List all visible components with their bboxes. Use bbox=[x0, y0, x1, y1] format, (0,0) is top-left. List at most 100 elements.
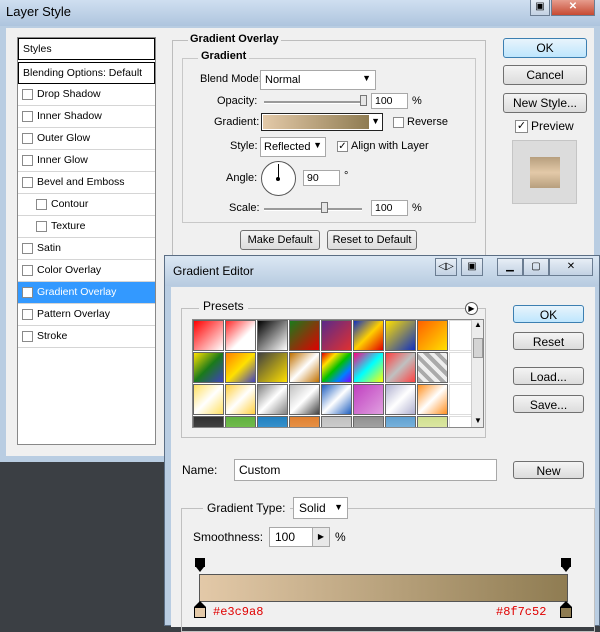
preset-swatch[interactable] bbox=[417, 416, 448, 427]
angle-input[interactable]: 90 bbox=[303, 170, 340, 186]
color-stop-right[interactable] bbox=[560, 601, 572, 619]
gradient-ok-button[interactable]: OK bbox=[513, 305, 584, 323]
effect-item[interactable]: Pattern Overlay bbox=[18, 304, 155, 326]
new-gradient-button[interactable]: New bbox=[513, 461, 584, 479]
stepper-arrow-icon[interactable]: ▶ bbox=[312, 528, 329, 546]
align-with-layer-checkbox[interactable]: ✓ bbox=[337, 141, 348, 152]
presets-menu-button[interactable]: ▶ bbox=[465, 302, 478, 315]
effect-item[interactable]: Stroke bbox=[18, 326, 155, 348]
gradient-save-button[interactable]: Save... bbox=[513, 395, 584, 413]
opacity-input[interactable]: 100 bbox=[371, 93, 408, 109]
effect-item[interactable]: ✓ Gradient Overlay bbox=[18, 282, 155, 304]
effect-checkbox[interactable] bbox=[22, 243, 33, 254]
effect-checkbox[interactable] bbox=[22, 111, 33, 122]
preset-swatch[interactable] bbox=[193, 416, 224, 427]
effect-checkbox[interactable] bbox=[22, 155, 33, 166]
scroll-down-icon[interactable]: ▼ bbox=[474, 416, 482, 425]
preset-swatch[interactable] bbox=[225, 320, 256, 351]
effect-checkbox[interactable] bbox=[36, 199, 47, 210]
preset-swatch[interactable] bbox=[321, 352, 352, 383]
preset-swatch[interactable] bbox=[321, 416, 352, 427]
preset-swatch[interactable] bbox=[257, 416, 288, 427]
gradient-type-select[interactable]: Solid ▼ bbox=[293, 497, 348, 519]
preset-swatch[interactable] bbox=[289, 416, 320, 427]
window-close-button[interactable]: ✕ bbox=[549, 258, 593, 276]
effect-item[interactable]: Texture bbox=[18, 216, 155, 238]
window-close-button[interactable]: ✕ bbox=[551, 0, 595, 16]
preset-swatch[interactable] bbox=[417, 320, 448, 351]
preset-swatch[interactable] bbox=[289, 320, 320, 351]
effect-checkbox[interactable] bbox=[22, 331, 33, 342]
gradient-swatch[interactable] bbox=[263, 115, 369, 129]
effect-item[interactable]: Outer Glow bbox=[18, 128, 155, 150]
preset-swatch[interactable] bbox=[353, 416, 384, 427]
gradient-reset-button[interactable]: Reset bbox=[513, 332, 584, 350]
preset-swatch[interactable] bbox=[289, 352, 320, 383]
preset-swatch[interactable] bbox=[193, 320, 224, 351]
preset-swatch[interactable] bbox=[385, 352, 416, 383]
preset-swatch[interactable] bbox=[385, 320, 416, 351]
opacity-slider[interactable] bbox=[264, 101, 364, 104]
ok-button[interactable]: OK bbox=[503, 38, 587, 58]
window-nav-button[interactable]: ◁▷ bbox=[435, 258, 457, 276]
effect-checkbox[interactable] bbox=[22, 133, 33, 144]
scroll-up-icon[interactable]: ▲ bbox=[474, 320, 482, 329]
scale-input[interactable]: 100 bbox=[371, 200, 408, 216]
smoothness-input[interactable]: 100 ▶ bbox=[269, 527, 330, 547]
preset-swatch[interactable] bbox=[193, 352, 224, 383]
preset-swatch[interactable] bbox=[353, 320, 384, 351]
dropdown-arrow-icon[interactable]: ▼ bbox=[371, 116, 380, 126]
presets-scrollbar[interactable]: ▲ ▼ bbox=[471, 320, 483, 427]
style-select[interactable]: Reflected ▼ bbox=[260, 137, 326, 157]
reverse-checkbox[interactable] bbox=[393, 117, 404, 128]
blend-mode-select[interactable]: Normal ▼ bbox=[260, 70, 376, 90]
preset-swatch[interactable] bbox=[385, 416, 416, 427]
preset-swatch[interactable] bbox=[225, 352, 256, 383]
preset-swatch[interactable] bbox=[225, 384, 256, 415]
effect-item[interactable]: Inner Shadow bbox=[18, 106, 155, 128]
name-input[interactable]: Custom bbox=[234, 459, 497, 481]
scale-slider[interactable] bbox=[264, 208, 362, 211]
effect-checkbox[interactable] bbox=[22, 177, 33, 188]
new-style-button[interactable]: New Style... bbox=[503, 93, 587, 113]
preset-swatch[interactable] bbox=[417, 384, 448, 415]
effect-item[interactable]: Bevel and Emboss bbox=[18, 172, 155, 194]
cancel-button[interactable]: Cancel bbox=[503, 65, 587, 85]
gradient-picker[interactable]: ▼ bbox=[261, 113, 383, 131]
preset-swatch[interactable] bbox=[417, 352, 448, 383]
preset-swatch[interactable] bbox=[193, 384, 224, 415]
preset-swatch[interactable] bbox=[257, 384, 288, 415]
color-stop-left[interactable] bbox=[194, 601, 206, 619]
make-default-button[interactable]: Make Default bbox=[240, 230, 320, 250]
effect-checkbox[interactable] bbox=[22, 309, 33, 320]
gradient-bar[interactable] bbox=[199, 574, 568, 602]
window-maximize-button[interactable]: ▢ bbox=[523, 258, 549, 276]
preset-swatch[interactable] bbox=[353, 352, 384, 383]
preset-swatch[interactable] bbox=[385, 384, 416, 415]
window-options-button[interactable]: ▣ bbox=[461, 258, 483, 276]
window-minimize-button[interactable]: ▁ bbox=[497, 258, 523, 276]
effect-item[interactable]: Contour bbox=[18, 194, 155, 216]
effect-item[interactable]: Inner Glow bbox=[18, 150, 155, 172]
styles-header[interactable]: Styles bbox=[18, 38, 155, 60]
preset-swatch[interactable] bbox=[257, 320, 288, 351]
reset-to-default-button[interactable]: Reset to Default bbox=[327, 230, 417, 250]
preset-swatch[interactable] bbox=[225, 416, 256, 427]
opacity-slider-thumb[interactable] bbox=[360, 95, 367, 106]
opacity-stop-right[interactable] bbox=[561, 558, 571, 572]
preset-swatch[interactable] bbox=[321, 384, 352, 415]
gradient-editor-titlebar[interactable]: Gradient Editor ◁▷ ▣ ▁ ▢ ✕ bbox=[165, 256, 599, 286]
gradient-load-button[interactable]: Load... bbox=[513, 367, 584, 385]
angle-dial[interactable] bbox=[261, 161, 296, 196]
scrollbar-thumb[interactable] bbox=[473, 338, 483, 358]
preset-swatch[interactable] bbox=[289, 384, 320, 415]
blending-options-item[interactable]: Blending Options: Default bbox=[18, 62, 155, 84]
preset-swatch[interactable] bbox=[353, 384, 384, 415]
preset-swatch[interactable] bbox=[321, 320, 352, 351]
effect-item[interactable]: Color Overlay bbox=[18, 260, 155, 282]
effect-item[interactable]: Drop Shadow bbox=[18, 84, 155, 106]
effect-item[interactable]: Satin bbox=[18, 238, 155, 260]
layer-style-titlebar[interactable]: Layer Style ▣ ✕ bbox=[0, 0, 600, 26]
effect-checkbox[interactable] bbox=[22, 265, 33, 276]
effect-checkbox[interactable] bbox=[22, 89, 33, 100]
